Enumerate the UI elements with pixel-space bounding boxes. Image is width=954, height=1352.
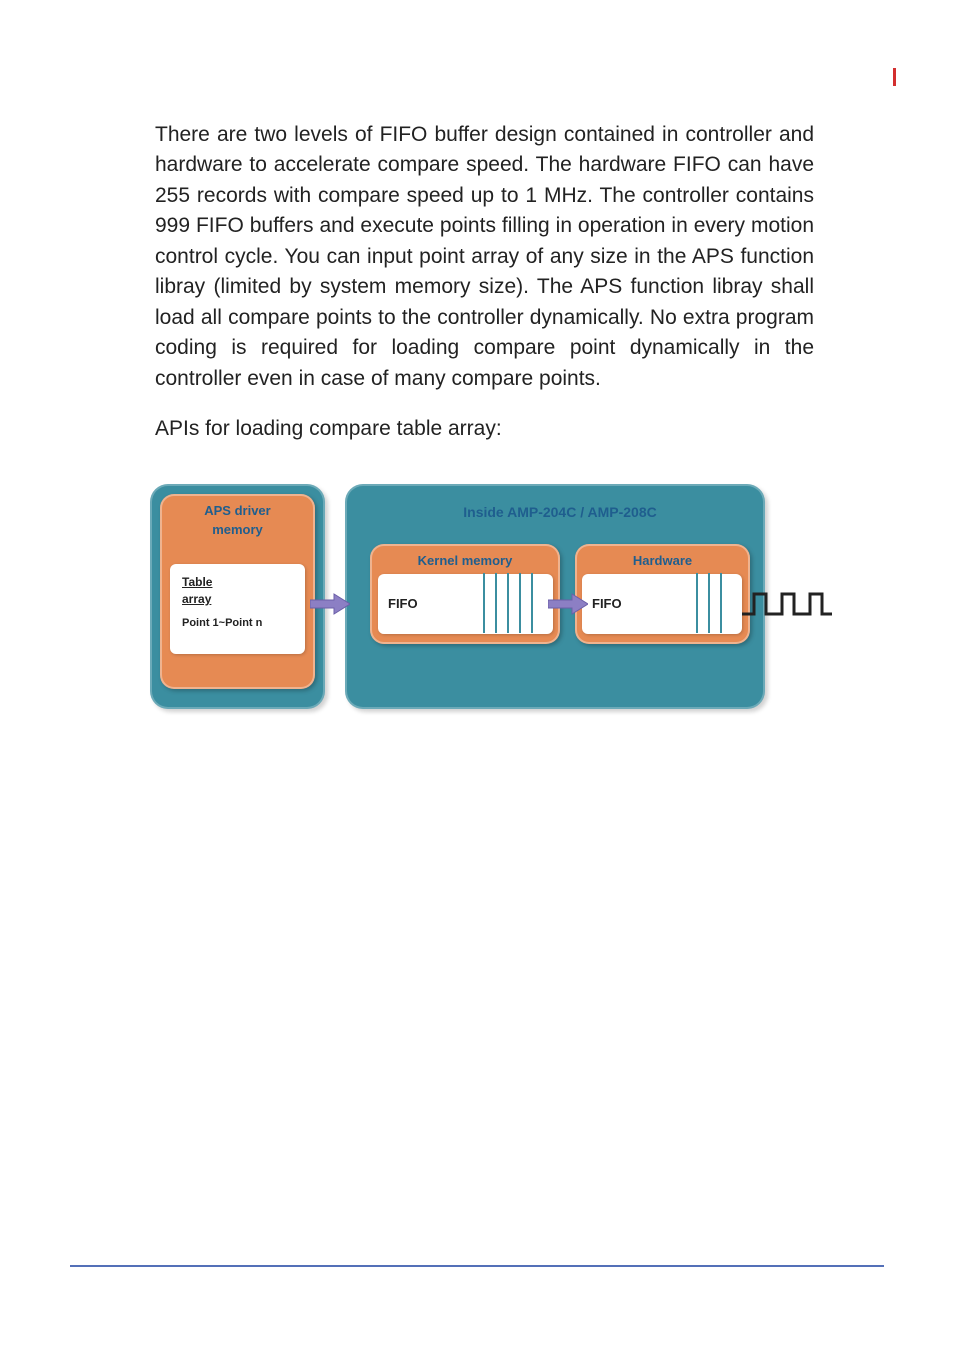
kernel-memory-title: Kernel memory	[370, 544, 560, 570]
inside-controller-title: Inside AMP-204C / AMP-208C	[410, 504, 710, 520]
kernel-fifo-box: FIFO	[378, 574, 553, 634]
fifo-slot	[696, 573, 708, 633]
fifo-slot	[483, 573, 495, 633]
table-array-box: Table array Point 1~Point n	[170, 564, 305, 654]
fifo-slot	[519, 573, 531, 633]
api-heading: APIs for loading compare table array:	[155, 414, 814, 444]
point-range-label: Point 1~Point n	[182, 616, 293, 631]
hardware-title: Hardware	[575, 544, 750, 570]
array-label: array	[182, 591, 293, 608]
fifo-slot	[708, 573, 720, 633]
fifo-slot	[531, 573, 543, 633]
fifo-diagram: APS driver memory Table array Point 1~Po…	[150, 474, 830, 724]
hardware-fifo-label: FIFO	[592, 595, 622, 613]
arrow-icon	[548, 592, 588, 616]
hardware-fifo-box: FIFO	[582, 574, 742, 634]
footer-divider	[70, 1263, 884, 1267]
kernel-fifo-slots	[483, 574, 543, 634]
aps-title-line1: APS driver	[204, 503, 270, 518]
pulse-output-icon	[742, 589, 832, 619]
aps-driver-title: APS driver memory	[160, 494, 315, 538]
fifo-slot	[507, 573, 519, 633]
kernel-fifo-label: FIFO	[388, 595, 418, 613]
fifo-slot	[495, 573, 507, 633]
page-content: There are two levels of FIFO buffer desi…	[0, 0, 954, 724]
table-label: Table	[182, 574, 293, 591]
body-paragraph: There are two levels of FIFO buffer desi…	[155, 120, 814, 394]
hardware-fifo-slots	[696, 574, 732, 634]
fifo-slot	[720, 573, 732, 633]
arrow-icon	[310, 592, 350, 616]
aps-title-line2: memory	[212, 522, 263, 537]
